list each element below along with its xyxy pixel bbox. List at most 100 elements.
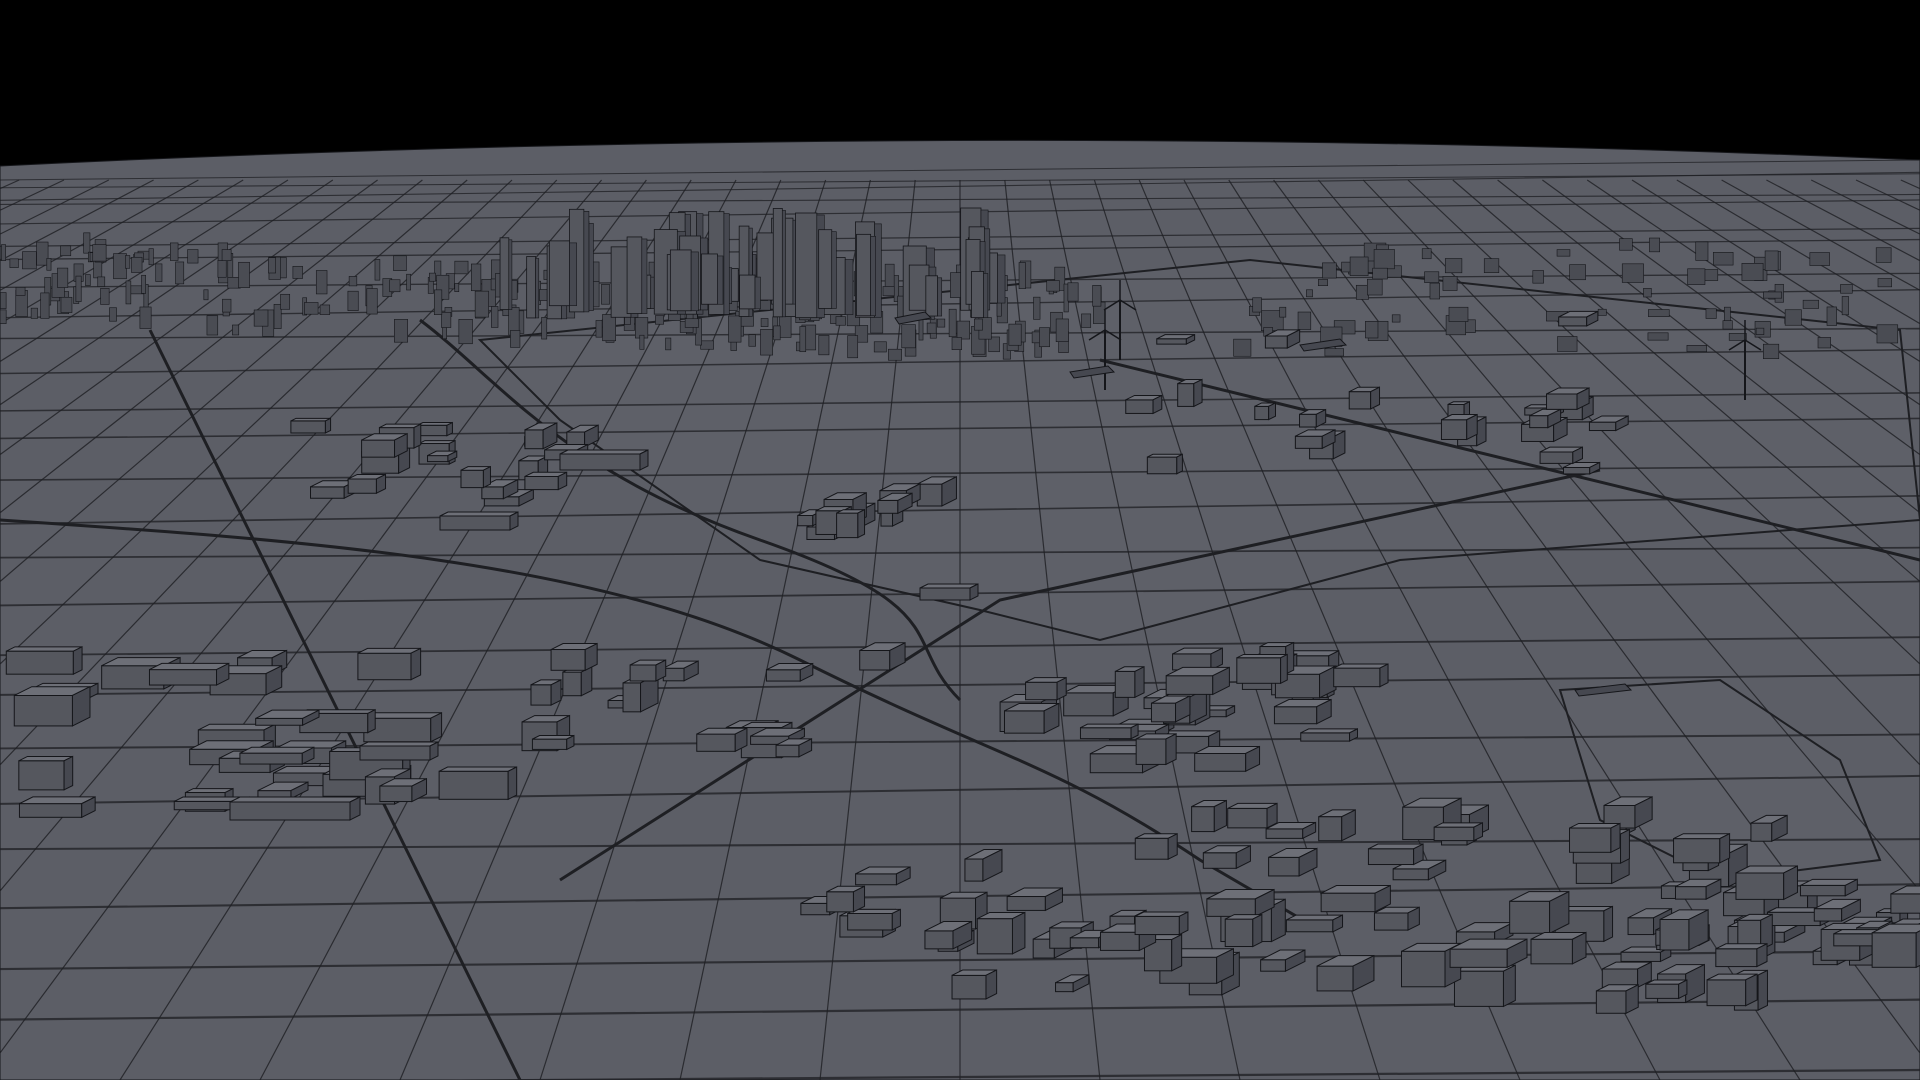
far-building [60,245,72,257]
building-front [662,667,685,682]
far-building [1695,241,1709,261]
building-front [1673,838,1721,864]
far-building [109,307,117,322]
far-building [1728,333,1747,341]
skyscraper [499,237,510,310]
skyscraper-side [717,255,724,305]
far-building [835,316,846,326]
far-building [655,315,664,325]
far-building [60,296,73,313]
far-building [950,272,962,298]
far-building [1643,288,1652,298]
building-front [1125,399,1154,414]
building-front [290,420,326,434]
warehouse-roof [559,449,649,455]
building-front [1833,933,1877,947]
far-building [1252,297,1262,313]
far-building [1647,332,1669,341]
building-front [460,469,484,489]
building-front [1156,338,1187,345]
building-side [1252,913,1263,948]
warehouse-front [919,587,971,601]
far-building [1349,256,1369,276]
building-front [148,669,218,686]
building-front [880,511,894,527]
far-building [1448,306,1469,322]
building-side [1370,386,1381,410]
building-front [1659,918,1690,951]
building-front [1539,451,1574,464]
far-building [1391,314,1401,323]
far-building [1008,323,1022,346]
building-front [1300,732,1351,742]
building-front [361,439,396,458]
building-front [416,424,448,437]
building-front [1715,948,1758,968]
skyscraper-side [831,231,837,309]
far-building [131,256,143,273]
building-side [367,708,376,734]
far-building [406,273,411,291]
far-building [253,309,269,327]
building-front [1079,727,1132,740]
building-front [524,429,544,450]
building-front [1089,753,1144,774]
far-building [937,318,946,328]
far-building [1809,252,1830,266]
building-front [1285,919,1334,933]
far-building [1705,308,1717,319]
skyscraper [971,271,985,319]
building-side [1011,911,1026,955]
far-building [901,324,916,349]
far-building [956,320,971,340]
building-front [310,486,345,499]
far-building [700,340,714,350]
building-front [1890,893,1920,914]
building-front [1627,917,1655,936]
far-building [882,286,895,297]
building-front [629,664,657,682]
building-side [1620,828,1630,864]
building-side [72,646,83,675]
far-building [85,274,91,286]
far-building [92,244,107,262]
far-building [57,267,69,288]
far-building [665,337,672,351]
building-front [357,652,412,681]
skyscraper [818,229,833,309]
far-building [1,244,6,261]
skyscraper [669,249,692,312]
far-building [799,326,807,353]
far-building [1033,296,1041,320]
far-building [1619,238,1633,251]
building-side [1268,402,1276,421]
building-front [826,891,854,913]
building-front [916,483,943,507]
skyscraper-side [690,251,699,312]
far-building [46,258,52,271]
skyscraper [772,208,783,318]
map-scene [0,0,1920,1080]
building-front [530,684,552,706]
skyscraper-side [508,239,513,310]
far-building [454,283,460,292]
building-front [1440,419,1468,440]
far-building [100,288,110,305]
building-front [1706,979,1747,1007]
far-building [1532,270,1544,284]
far-building [206,315,219,336]
building-side [1167,832,1178,861]
far-building [433,289,443,315]
building-side [1176,453,1183,475]
building-front [1588,421,1617,432]
far-building [222,298,232,313]
building-front [1236,657,1282,684]
skyscraper-side [844,259,854,315]
far-building [155,263,163,282]
far-building [75,275,82,302]
far-building [760,329,774,356]
far-building [1597,308,1607,316]
building-side [891,908,901,931]
building-front [347,478,377,494]
building-front [438,770,509,800]
